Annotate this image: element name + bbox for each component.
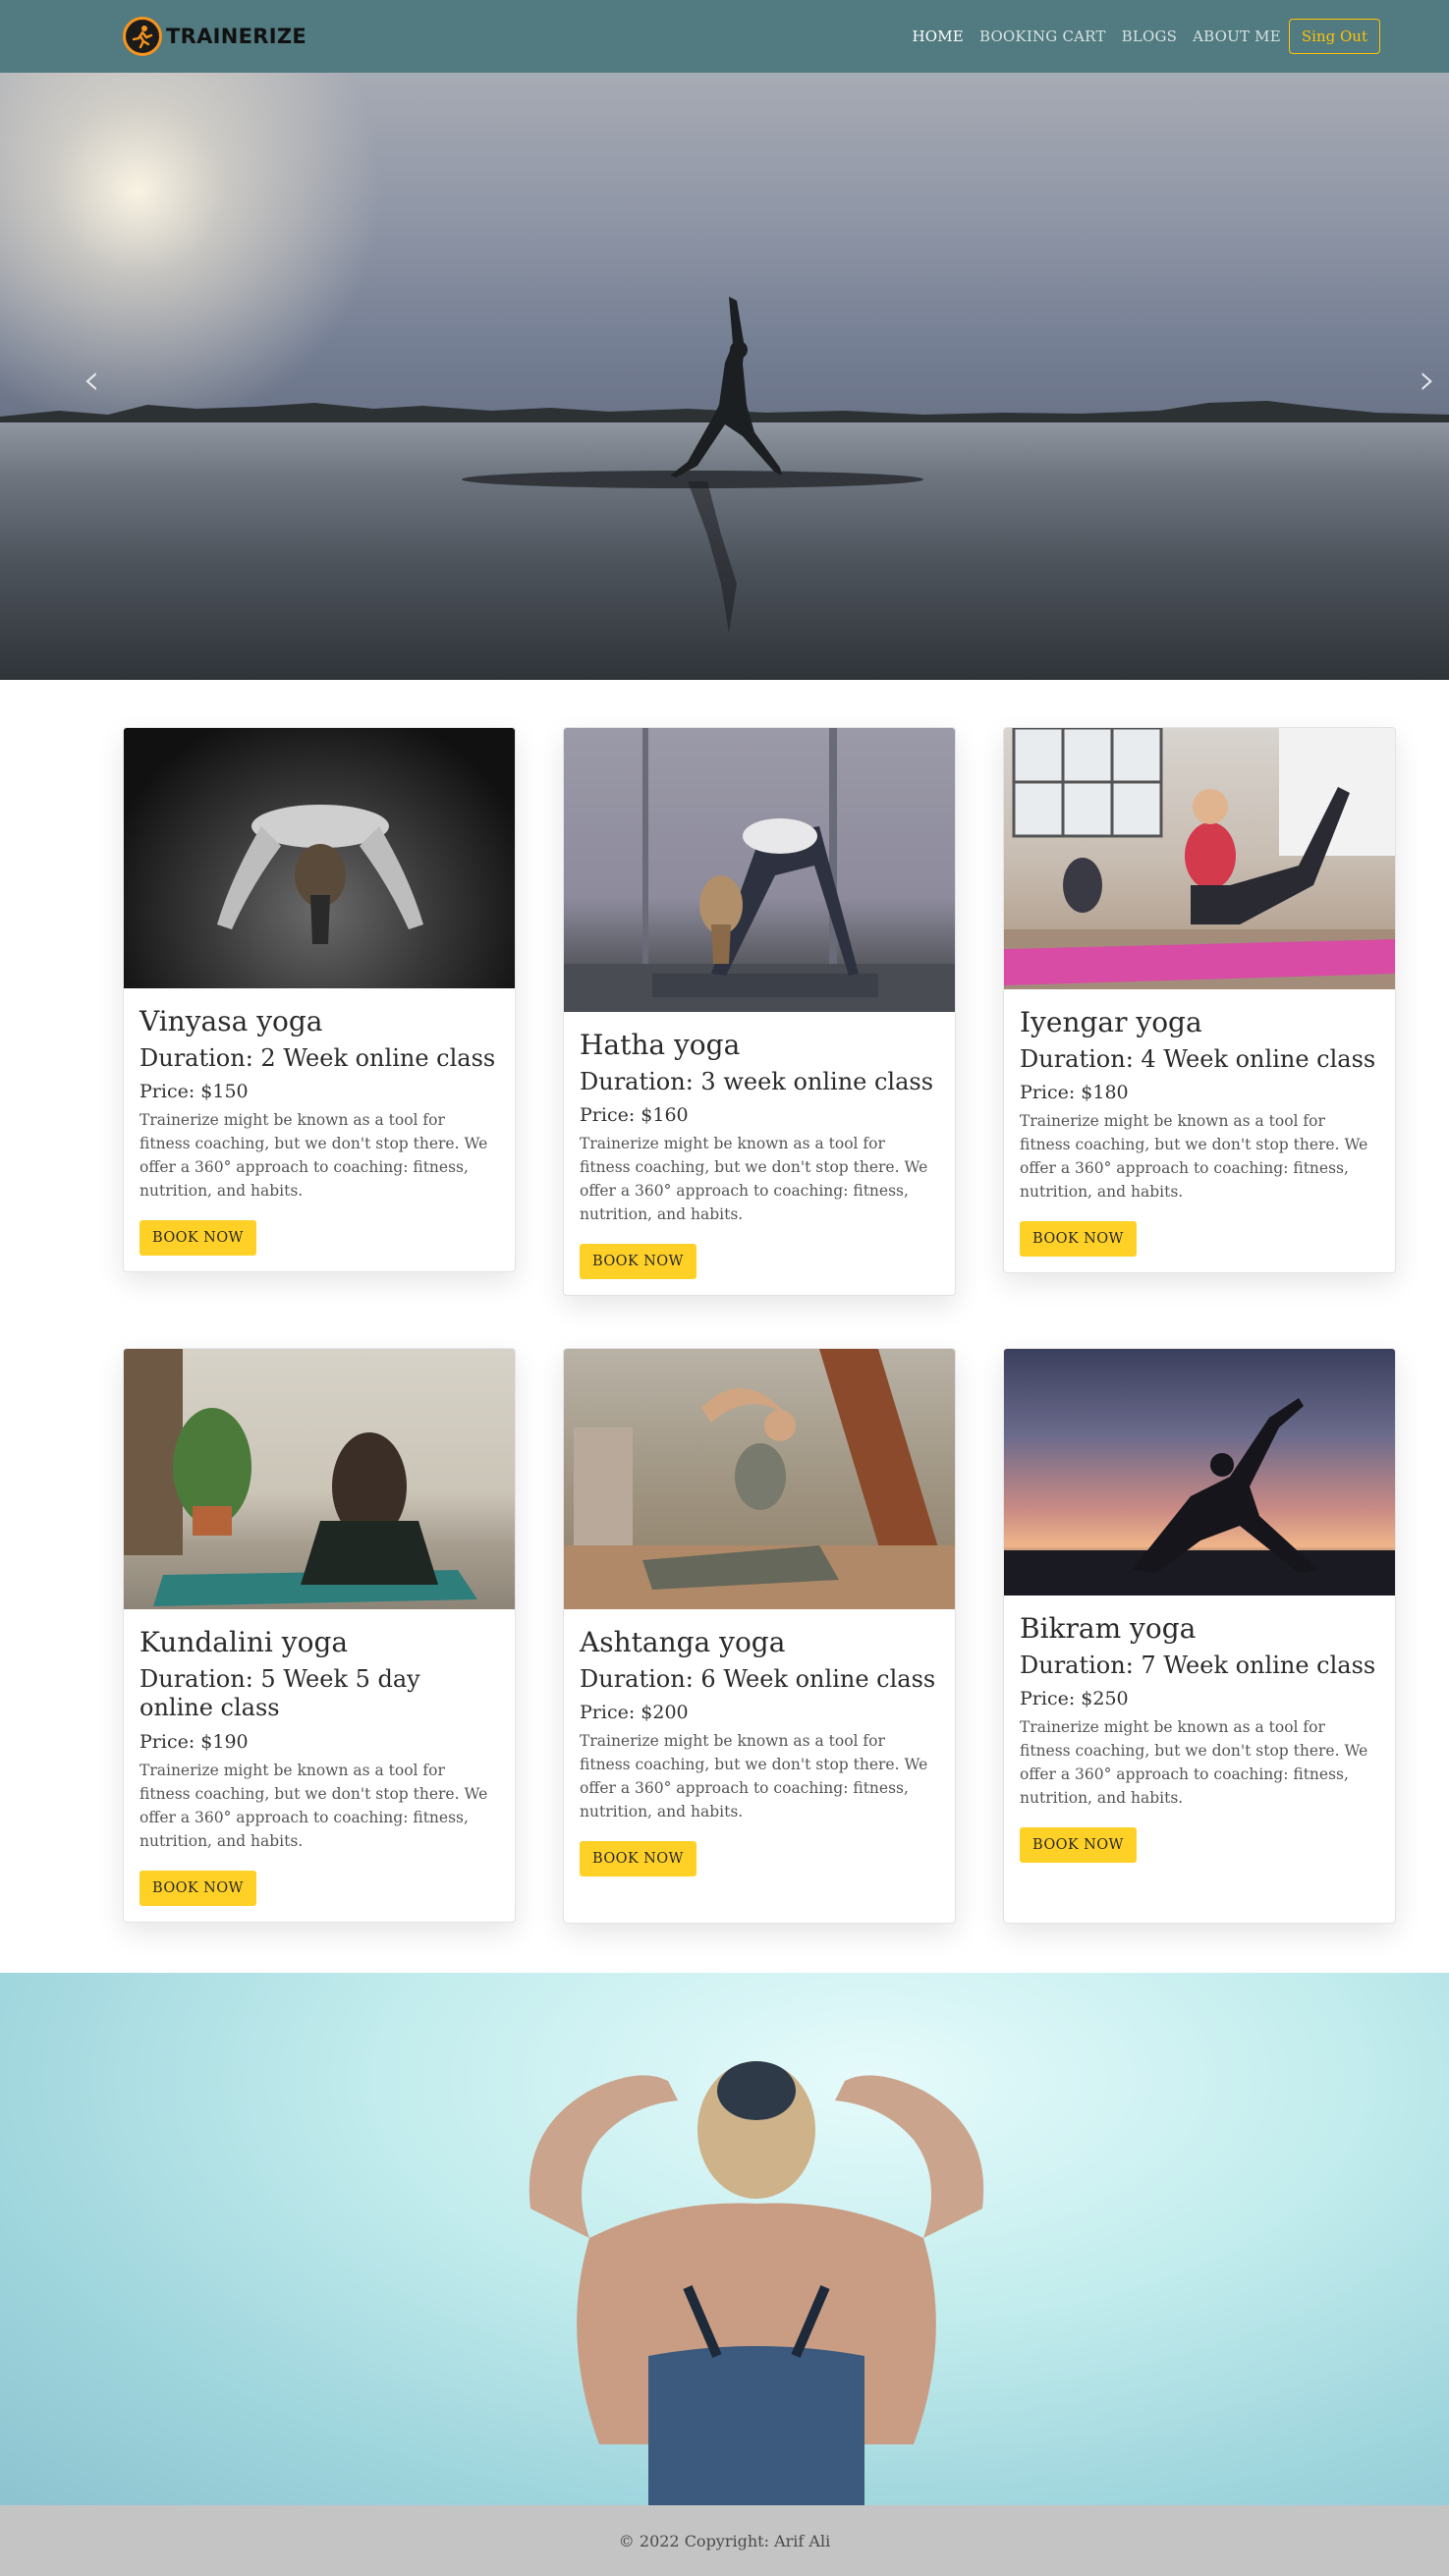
card-price: Price: $180 (1020, 1082, 1129, 1104)
ashtanga-yoga-image (564, 1349, 955, 1609)
card-duration: Duration: 7 Week online class (1020, 1652, 1376, 1679)
card-title: Hatha yoga (580, 1029, 741, 1061)
hatha-yoga-image (564, 728, 955, 1012)
card-price: Price: $160 (580, 1104, 689, 1127)
class-card-ashtanga: Ashtanga yoga Duration: 6 Week online cl… (563, 1348, 956, 1924)
card-description: Trainerize might be known as a tool for … (139, 1761, 488, 1850)
book-now-button[interactable]: BOOK NOW (139, 1220, 256, 1257)
card-duration: Duration: 6 Week online class (580, 1665, 936, 1693)
card-title: Iyengar yoga (1020, 1006, 1202, 1038)
class-card-vinyasa: Vinyasa yoga Duration: 2 Week online cla… (123, 727, 516, 1273)
footer-copyright: © 2022 Copyright: Arif Ali (618, 2531, 831, 2550)
bottom-banner-image (0, 1973, 1449, 2505)
card-price: Price: $250 (1020, 1688, 1129, 1710)
nav-booking-cart-link[interactable]: BOOKING CART (979, 28, 1106, 45)
yoga-silhouette-image (670, 297, 782, 633)
card-title: Ashtanga yoga (580, 1626, 786, 1658)
card-title: Bikram yoga (1020, 1612, 1197, 1645)
card-duration: Duration: 5 Week 5 day online class (139, 1665, 420, 1722)
runner-logo-icon (123, 17, 162, 56)
card-title: Vinyasa yoga (139, 1005, 323, 1037)
nav-about-me-link[interactable]: ABOUT ME (1193, 28, 1281, 45)
hero-carousel: ‹ › (0, 73, 1449, 680)
class-card-iyengar: Iyengar yoga Duration: 4 Week online cla… (1003, 727, 1396, 1274)
woman-back-figure-image (529, 2061, 984, 2505)
class-card-hatha: Hatha yoga Duration: 3 week online class… (563, 727, 956, 1297)
sign-out-button[interactable]: Sing Out (1288, 19, 1380, 54)
nav-home-link[interactable]: HOME (912, 28, 964, 45)
vinyasa-yoga-image (124, 728, 515, 988)
brand[interactable]: TRAINERIZE (123, 17, 307, 56)
iyengar-yoga-image (1004, 728, 1395, 989)
hero-sun-glow (0, 73, 393, 426)
kundalini-yoga-image (124, 1349, 515, 1609)
bikram-yoga-image (1004, 1349, 1395, 1596)
nav-links: HOME BOOKING CART BLOGS ABOUT ME Sing Ou… (912, 19, 1380, 54)
book-now-button[interactable]: BOOK NOW (1020, 1827, 1137, 1864)
card-price: Price: $190 (139, 1730, 249, 1753)
class-card-bikram: Bikram yoga Duration: 7 Week online clas… (1003, 1348, 1396, 1924)
card-title: Kundalini yoga (139, 1626, 349, 1658)
book-now-button[interactable]: BOOK NOW (139, 1870, 256, 1906)
card-duration: Duration: 4 Week online class (1020, 1045, 1376, 1073)
card-duration: Duration: 2 Week online class (139, 1044, 496, 1072)
nav-blogs-link[interactable]: BLOGS (1122, 28, 1178, 45)
navbar: TRAINERIZE HOME BOOKING CART BLOGS ABOUT… (0, 0, 1449, 73)
chevron-left-icon[interactable]: ‹ (72, 350, 111, 409)
card-price: Price: $200 (580, 1702, 689, 1724)
card-description: Trainerize might be known as a tool for … (1020, 1112, 1368, 1202)
card-description: Trainerize might be known as a tool for … (580, 1135, 928, 1224)
chevron-right-icon[interactable]: › (1408, 350, 1447, 409)
card-description: Trainerize might be known as a tool for … (139, 1111, 488, 1201)
footer: © 2022 Copyright: Arif Ali (0, 2505, 1449, 2576)
card-price: Price: $150 (139, 1081, 249, 1103)
book-now-button[interactable]: BOOK NOW (580, 1244, 697, 1280)
class-card-kundalini: Kundalini yoga Duration: 5 Week 5 day on… (123, 1348, 516, 1923)
book-now-button[interactable]: BOOK NOW (580, 1841, 697, 1877)
card-duration: Duration: 3 week online class (580, 1068, 934, 1095)
card-description: Trainerize might be known as a tool for … (580, 1732, 928, 1821)
card-description: Trainerize might be known as a tool for … (1020, 1718, 1368, 1808)
brand-name: TRAINERIZE (166, 25, 307, 48)
book-now-button[interactable]: BOOK NOW (1020, 1221, 1137, 1258)
